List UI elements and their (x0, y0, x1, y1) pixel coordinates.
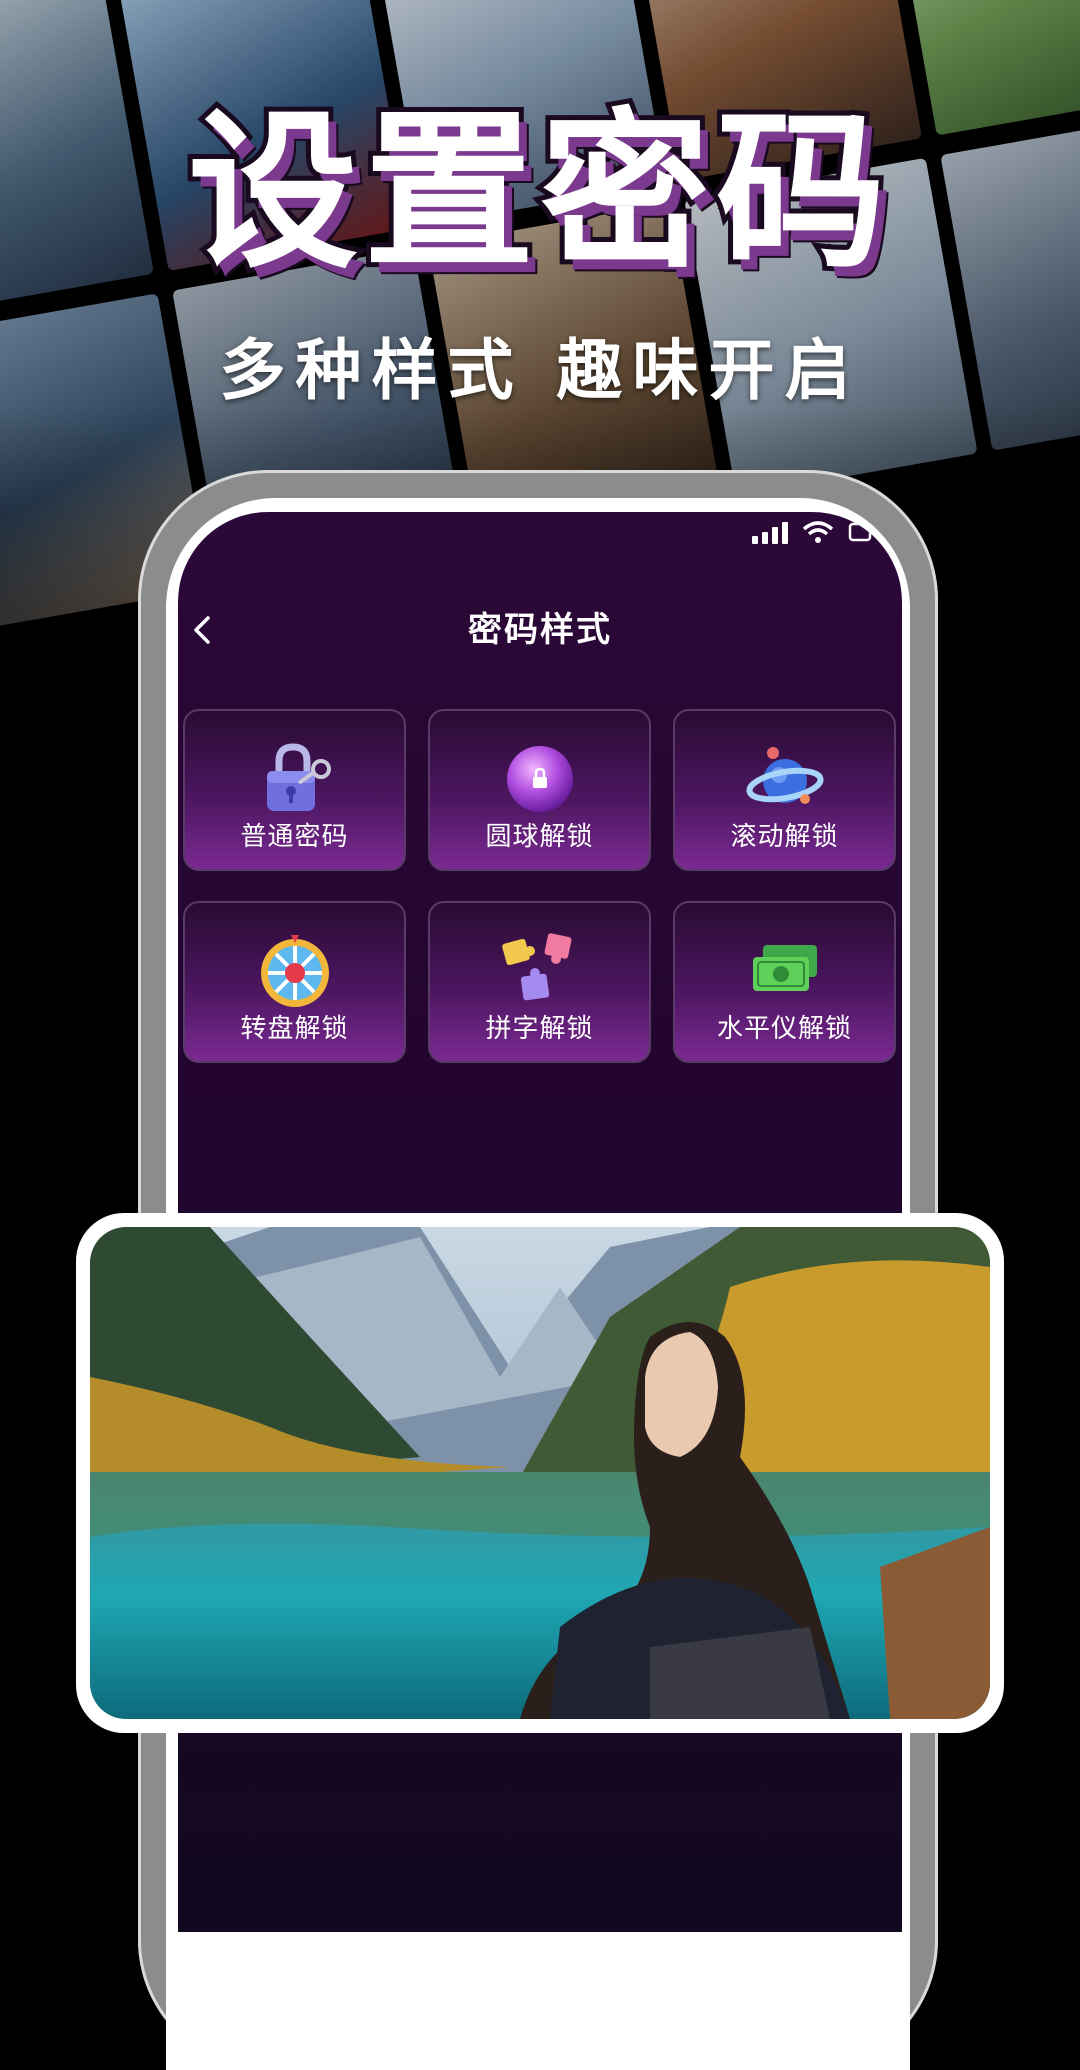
option-normal-password[interactable]: 普通密码 (183, 709, 406, 871)
page-title: 密码样式 (468, 610, 612, 650)
option-puzzle-unlock[interactable]: 拼字解锁 (428, 901, 651, 1063)
promo-subline: 多种样式 趣味开启 (219, 332, 861, 409)
option-label: 滚动解锁 (730, 822, 839, 852)
planet-ring-icon (745, 747, 824, 804)
option-label: 水平仪解锁 (716, 1014, 852, 1044)
wifi-icon (802, 521, 834, 543)
preview-landscape-photo (90, 1227, 990, 1719)
signal-icon (752, 518, 788, 544)
prize-wheel-icon (260, 935, 329, 1007)
lock-style-grid: 普通密码 圆球解锁 滚动解锁 转盘解锁 拼字解锁 水平仪解锁 (183, 709, 897, 1063)
status-icons (752, 518, 872, 544)
status-bar (178, 512, 902, 562)
nav-bar: 密码样式 (178, 600, 902, 660)
option-wheel-unlock[interactable]: 转盘解锁 (183, 901, 406, 1063)
purple-orb-lock-icon (506, 746, 573, 812)
option-label: 拼字解锁 (485, 1014, 594, 1044)
option-label: 圆球解锁 (485, 822, 594, 852)
cash-bills-icon (752, 945, 817, 991)
battery-icon (848, 522, 872, 542)
option-scroll-unlock[interactable]: 滚动解锁 (673, 709, 896, 871)
option-label: 转盘解锁 (240, 1014, 349, 1044)
puzzle-pieces-icon (501, 933, 571, 1001)
promo-headline: 设置密码 (183, 94, 892, 292)
option-orb-unlock[interactable]: 圆球解锁 (428, 709, 651, 871)
option-level-unlock[interactable]: 水平仪解锁 (673, 901, 896, 1063)
option-label: 普通密码 (240, 822, 349, 852)
lake-mountain-scene (90, 1227, 990, 1719)
padlock-key-icon (266, 743, 331, 811)
